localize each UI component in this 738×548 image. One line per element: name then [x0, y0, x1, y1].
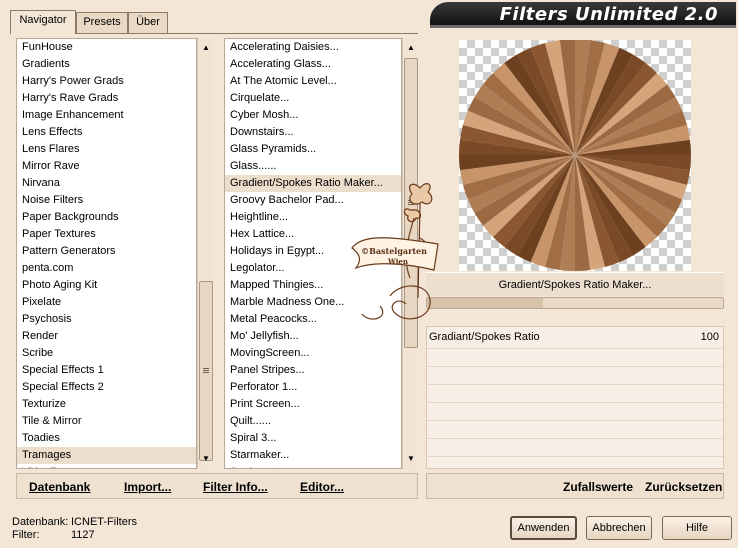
filter-item[interactable]: Spiral 3...: [225, 430, 401, 447]
filter-item[interactable]: Glass......: [225, 158, 401, 175]
filter-item[interactable]: Accelerating Daisies...: [225, 39, 401, 56]
watermark-line2: Wien: [387, 257, 408, 266]
param-separator: [427, 384, 723, 385]
category-item[interactable]: FunHouse: [17, 39, 196, 56]
filter-item[interactable]: Glass Pyramids...: [225, 141, 401, 158]
watermark-line1: ©Bastelgarten: [361, 246, 427, 256]
filter-item[interactable]: MovingScreen...: [225, 345, 401, 362]
category-item[interactable]: Pattern Generators: [17, 243, 196, 260]
scroll-down-icon[interactable]: ▼: [403, 451, 419, 467]
param-value[interactable]: 100: [701, 331, 719, 343]
category-item[interactable]: VideoRave: [17, 464, 196, 468]
tab-label: Über: [136, 16, 160, 28]
category-item[interactable]: Paper Backgrounds: [17, 209, 196, 226]
filter-item[interactable]: Quilt......: [225, 413, 401, 430]
filter-item[interactable]: Downstairs...: [225, 124, 401, 141]
import-button[interactable]: Import...: [124, 480, 171, 494]
category-item[interactable]: Harry's Power Grads: [17, 73, 196, 90]
apply-button[interactable]: Anwenden: [510, 516, 577, 540]
random-values-button[interactable]: Zufallswerte: [563, 480, 633, 494]
filter-item[interactable]: Cyber Mosh...: [225, 107, 401, 124]
category-scrollbar[interactable]: ▲ ▼: [197, 38, 213, 469]
filter-item[interactable]: Starmaker...: [225, 447, 401, 464]
filter-item[interactable]: Sunburst...: [225, 464, 401, 468]
filter-item[interactable]: At The Atomic Level...: [225, 73, 401, 90]
title-banner: Filters Unlimited 2.0: [430, 2, 736, 28]
category-item[interactable]: Tile & Mirror: [17, 413, 196, 430]
category-scroll-thumb[interactable]: [199, 281, 213, 461]
category-list[interactable]: FunHouse Gradients Harry's Power Grads Harr…: [16, 38, 197, 469]
scroll-up-icon[interactable]: ▲: [403, 40, 419, 56]
filter-item[interactable]: Cirquelate...: [225, 90, 401, 107]
status-db-value: ICNET-Filters: [71, 516, 137, 528]
sunburst-preview: [459, 39, 691, 271]
param-name: Gradiant/Spokes Ratio: [429, 331, 540, 343]
tab-label: Navigator: [19, 14, 67, 26]
filter-item[interactable]: Print Screen...: [225, 396, 401, 413]
category-item[interactable]: Harry's Rave Grads: [17, 90, 196, 107]
tab-label: Presets: [83, 16, 121, 28]
status-filter: Filter: 1127: [12, 529, 95, 541]
scroll-up-icon[interactable]: ▲: [198, 40, 214, 56]
status-filter-label: Filter:: [12, 529, 40, 541]
reset-button[interactable]: Zurücksetzen: [645, 480, 722, 494]
preview-canvas: [459, 39, 691, 271]
category-item[interactable]: Scribe: [17, 345, 196, 362]
category-item[interactable]: Psychosis: [17, 311, 196, 328]
category-item[interactable]: Nirvana: [17, 175, 196, 192]
app-title: Filters Unlimited 2.0: [499, 4, 718, 25]
parameter-panel: Gradiant/Spokes Ratio 100: [426, 326, 724, 469]
param-separator: [427, 366, 723, 367]
category-item[interactable]: Toadies: [17, 430, 196, 447]
tab-uber[interactable]: Über: [128, 12, 168, 33]
category-item[interactable]: Noise Filters: [17, 192, 196, 209]
category-item[interactable]: Lens Effects: [17, 124, 196, 141]
category-item[interactable]: Gradients: [17, 56, 196, 73]
cancel-button[interactable]: Abbrechen: [586, 516, 652, 540]
category-item[interactable]: Special Effects 2: [17, 379, 196, 396]
filter-info-button[interactable]: Filter Info...: [203, 480, 268, 494]
category-item[interactable]: Lens Flares: [17, 141, 196, 158]
preview-slider-fill: [427, 298, 544, 308]
preview-slider[interactable]: [426, 297, 724, 309]
filter-item[interactable]: Mo' Jellyfish...: [225, 328, 401, 345]
param-separator: [427, 456, 723, 457]
category-item[interactable]: Pixelate: [17, 294, 196, 311]
category-item[interactable]: Mirror Rave: [17, 158, 196, 175]
category-item[interactable]: Render: [17, 328, 196, 345]
filter-item[interactable]: Accelerating Glass...: [225, 56, 401, 73]
category-item[interactable]: Paper Textures: [17, 226, 196, 243]
param-separator: [427, 402, 723, 403]
scroll-down-icon[interactable]: ▼: [198, 451, 214, 467]
category-item[interactable]: Texturize: [17, 396, 196, 413]
help-button[interactable]: Hilfe: [662, 516, 732, 540]
bastelgarten-watermark: ©Bastelgarten Wien: [351, 183, 439, 320]
tab-navigator[interactable]: Navigator: [10, 10, 76, 34]
preview-filter-name: Gradient/Spokes Ratio Maker...: [426, 272, 724, 296]
param-separator: [427, 348, 723, 349]
param-separator: [427, 438, 723, 439]
status-database: Datenbank: ICNET-Filters: [12, 516, 137, 528]
preset-button-bar: Zufallswerte Zurücksetzen: [426, 473, 724, 499]
category-item[interactable]: Image Enhancement: [17, 107, 196, 124]
category-item[interactable]: penta.com: [17, 260, 196, 277]
filter-item[interactable]: Panel Stripes...: [225, 362, 401, 379]
database-button[interactable]: Datenbank: [29, 480, 90, 494]
list-button-bar: Datenbank Import... Filter Info... Edito…: [16, 473, 418, 499]
editor-button[interactable]: Editor...: [300, 480, 344, 494]
filter-item[interactable]: Perforator 1...: [225, 379, 401, 396]
param-separator: [427, 420, 723, 421]
category-items: FunHouse Gradients Harry's Power Grads Harr…: [17, 39, 196, 468]
category-item[interactable]: Photo Aging Kit: [17, 277, 196, 294]
grip-icon: [203, 368, 209, 373]
category-item[interactable]: Tramages: [17, 447, 196, 464]
category-item[interactable]: Special Effects 1: [17, 362, 196, 379]
status-db-label: Datenbank:: [12, 516, 69, 528]
status-filter-value: 1127: [71, 529, 95, 541]
tab-presets[interactable]: Presets: [76, 12, 128, 33]
